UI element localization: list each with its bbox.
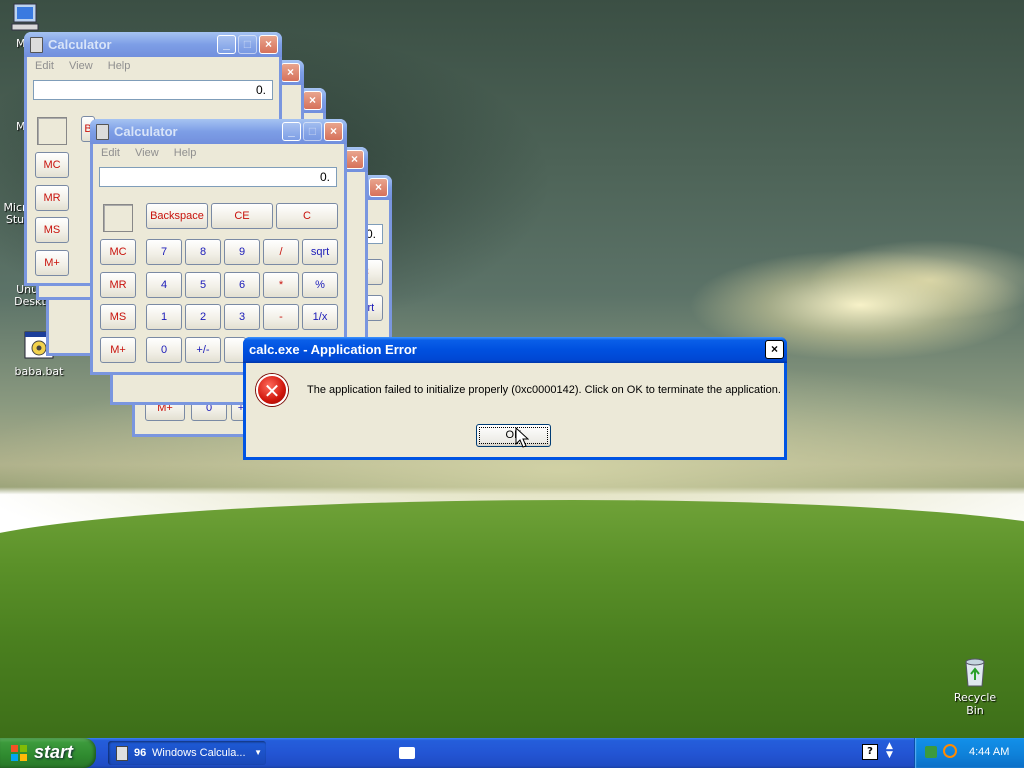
menu-view[interactable]: View — [69, 60, 93, 72]
calc-ce-button[interactable]: CE — [211, 203, 273, 229]
title-bar[interactable]: calc.exe - Application Error × — [243, 337, 787, 363]
calc-digit-2[interactable]: 2 — [185, 304, 221, 330]
windows-logo-icon — [11, 745, 27, 761]
memory-indicator — [37, 117, 67, 145]
menu-help[interactable]: Help — [108, 60, 131, 72]
ok-button[interactable]: OK — [476, 424, 551, 447]
calc-mplus-button[interactable]: M+ — [35, 250, 69, 276]
calc-digit-9[interactable]: 9 — [224, 239, 260, 265]
calc-digit-7[interactable]: 7 — [146, 239, 182, 265]
memory-indicator — [103, 204, 133, 232]
taskbar-group-calculator[interactable]: 96 Windows Calcula... ▼ — [108, 741, 266, 765]
calculator-app-icon — [116, 746, 128, 761]
calc-multiply-button[interactable]: * — [263, 272, 299, 298]
minimize-button[interactable]: _ — [282, 122, 301, 141]
help-icon[interactable]: ? — [862, 744, 878, 760]
minimize-button[interactable]: _ — [217, 35, 236, 54]
close-button[interactable]: × — [303, 91, 322, 110]
calc-mplus-button[interactable]: M+ — [100, 337, 136, 363]
menu-edit[interactable]: Edit — [35, 60, 54, 72]
calculator-display: 0. — [99, 167, 337, 187]
calc-subtract-button[interactable]: - — [263, 304, 299, 330]
dialog-title: calc.exe - Application Error — [249, 342, 417, 357]
calc-digit-4[interactable]: 4 — [146, 272, 182, 298]
calc-sqrt-button[interactable]: sqrt — [302, 239, 338, 265]
calc-digit-0[interactable]: 0 — [146, 337, 182, 363]
calc-mr-button[interactable]: MR — [100, 272, 136, 298]
close-button[interactable]: × — [765, 340, 784, 359]
calc-digit-8[interactable]: 8 — [185, 239, 221, 265]
menu-bar: Edit View Help — [27, 57, 279, 76]
calc-ms-button[interactable]: MS — [100, 304, 136, 330]
menu-view[interactable]: View — [135, 147, 159, 159]
recycle-bin-icon — [965, 658, 985, 687]
menu-bar: Edit View Help — [93, 144, 344, 163]
desktop-icon-label: Recycle Bin — [953, 691, 997, 717]
calc-backspace-button[interactable]: Backspace — [146, 203, 208, 229]
calc-mr-button[interactable]: MR — [35, 185, 69, 211]
taskbar: start 96 Windows Calcula... ▼ ? ▲ ▼ 4:44 … — [0, 738, 1024, 768]
close-button[interactable]: × — [369, 178, 388, 197]
calc-ms-button[interactable]: MS — [35, 217, 69, 243]
close-button[interactable]: × — [281, 63, 300, 82]
window-title: Calculator — [114, 124, 178, 139]
taskbar-group-label: Windows Calcula... — [152, 747, 246, 759]
calc-digit-5[interactable]: 5 — [185, 272, 221, 298]
title-bar[interactable]: Calculator _ □ × — [90, 119, 347, 144]
calc-digit-3[interactable]: 3 — [224, 304, 260, 330]
desktop-icon-label: baba.bat — [14, 365, 64, 378]
calculator-app-icon — [30, 37, 43, 53]
start-button[interactable]: start — [0, 738, 96, 768]
calc-percent-button[interactable]: % — [302, 272, 338, 298]
chevron-down-icon: ▼ — [254, 748, 262, 757]
computer-icon — [11, 3, 39, 31]
desktop-wallpaper-hills — [0, 500, 1024, 738]
error-icon: ✕ — [256, 374, 288, 406]
calc-c-button[interactable]: C — [276, 203, 338, 229]
window-title: Calculator — [48, 37, 112, 52]
calc-reciprocal-button[interactable]: 1/x — [302, 304, 338, 330]
menu-edit[interactable]: Edit — [101, 147, 120, 159]
calculator-app-icon — [96, 124, 109, 140]
system-tray: 4:44 AM — [914, 738, 1024, 768]
start-label: start — [34, 742, 74, 762]
title-bar[interactable]: Calculator _ □ × — [24, 32, 282, 57]
calc-mc-button[interactable]: MC — [35, 152, 69, 178]
mouse-cursor-icon — [515, 427, 529, 448]
clock[interactable]: 4:44 AM — [969, 746, 1009, 758]
tray-expand-icon[interactable]: ▲ ▼ — [886, 742, 893, 760]
network-icon[interactable] — [925, 746, 937, 758]
maximize-button[interactable]: □ — [238, 35, 257, 54]
search-icon[interactable] — [943, 744, 957, 758]
close-button[interactable]: × — [324, 122, 343, 141]
recycle-bin-desktop-icon[interactable]: Recycle Bin — [944, 656, 1006, 717]
close-button[interactable]: × — [345, 150, 364, 169]
calc-mc-button[interactable]: MC — [100, 239, 136, 265]
maximize-button[interactable]: □ — [303, 122, 322, 141]
calc-digit-1[interactable]: 1 — [146, 304, 182, 330]
calculator-display: 0. — [33, 80, 273, 100]
calc-sign-button[interactable]: +/- — [185, 337, 221, 363]
taskbar-window-button[interactable] — [399, 747, 415, 759]
calc-digit-6[interactable]: 6 — [224, 272, 260, 298]
close-button[interactable]: × — [259, 35, 278, 54]
calc-divide-button[interactable]: / — [263, 239, 299, 265]
error-message: The application failed to initialize pro… — [307, 384, 781, 396]
taskbar-group-count: 96 — [134, 747, 147, 759]
menu-help[interactable]: Help — [174, 147, 197, 159]
